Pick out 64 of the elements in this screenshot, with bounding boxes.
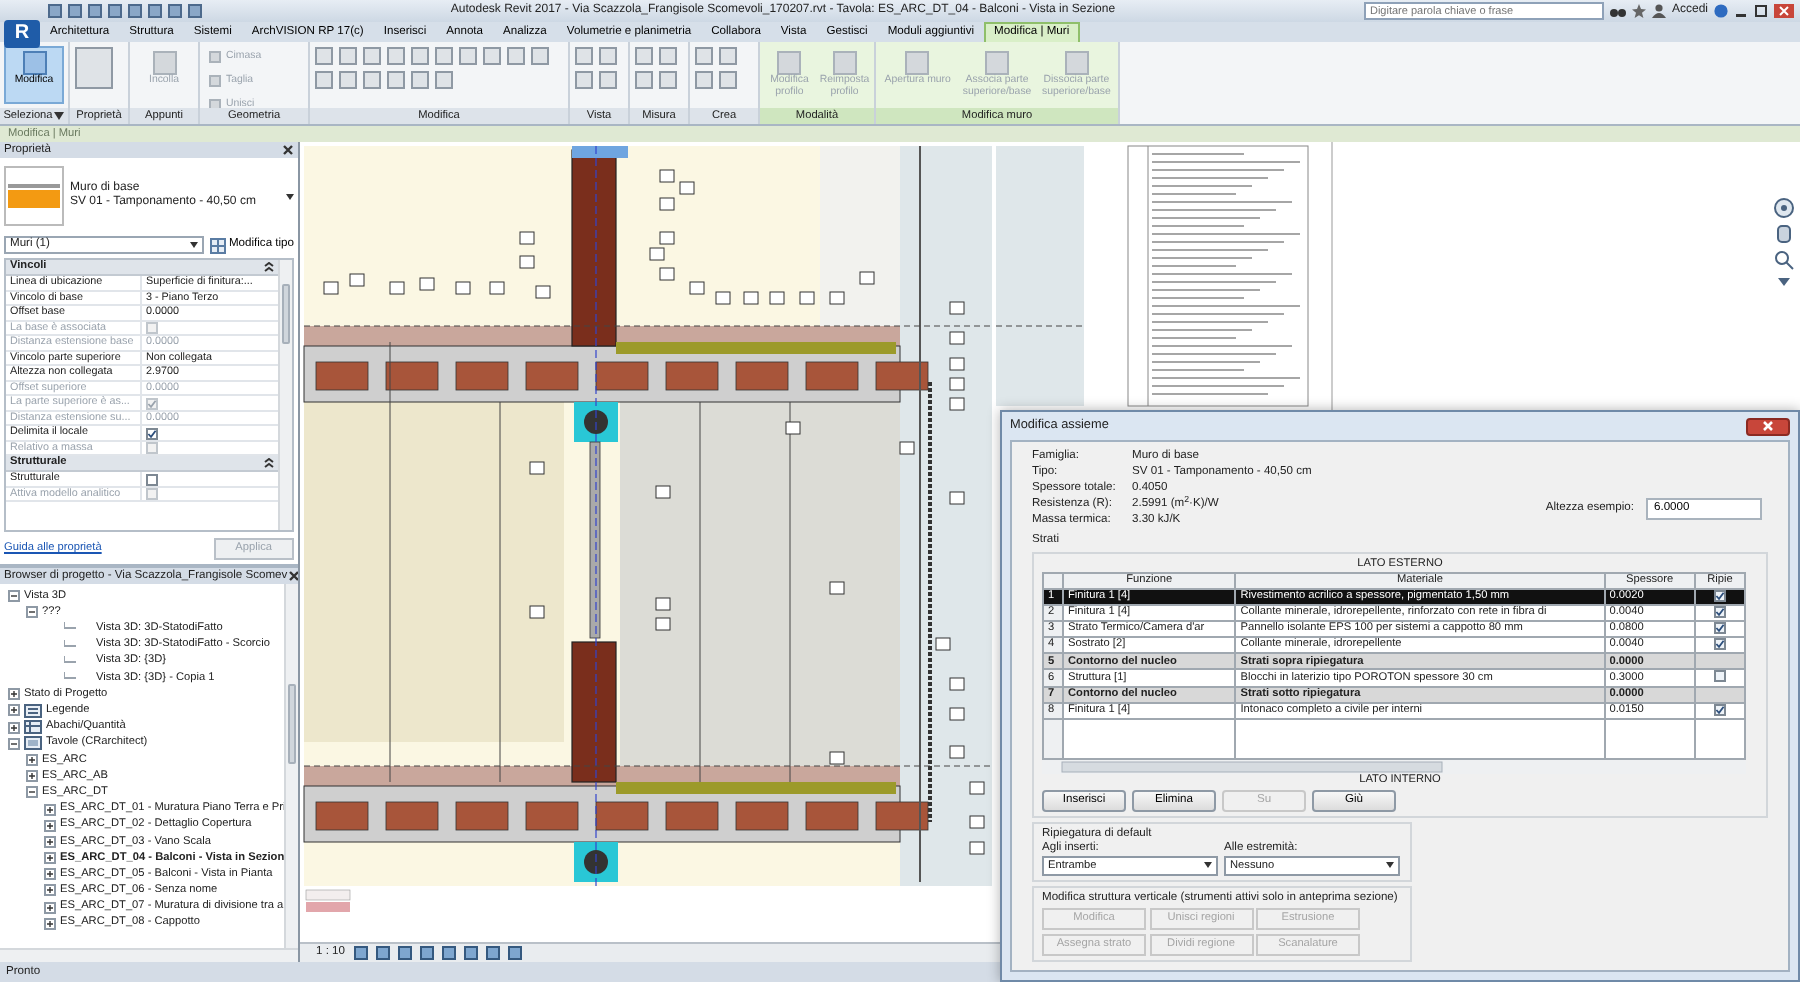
legend-icon bbox=[24, 703, 42, 718]
tool-icon bbox=[984, 50, 1010, 76]
checkbox[interactable] bbox=[1713, 623, 1726, 635]
collapse-icon[interactable] bbox=[26, 786, 38, 799]
close-icon[interactable] bbox=[1774, 4, 1794, 18]
grid-icon bbox=[210, 237, 227, 253]
checkbox[interactable] bbox=[1713, 639, 1726, 651]
help-icon[interactable] bbox=[1714, 4, 1728, 18]
close-icon bbox=[1762, 420, 1774, 432]
collapse-icon[interactable] bbox=[8, 590, 20, 603]
expand-icon[interactable] bbox=[44, 868, 56, 881]
checkbox[interactable] bbox=[146, 473, 158, 485]
scrollbar[interactable] bbox=[278, 260, 292, 531]
tree-connector-line bbox=[64, 639, 76, 652]
sheet-icon bbox=[24, 736, 42, 751]
close-button[interactable] bbox=[1746, 417, 1790, 435]
caret-icon bbox=[1204, 862, 1212, 869]
tool-icon bbox=[151, 50, 177, 76]
checkbox[interactable] bbox=[1713, 704, 1726, 716]
maximize-icon[interactable] bbox=[1754, 4, 1768, 18]
scrollbar[interactable] bbox=[0, 948, 298, 962]
close-icon[interactable] bbox=[282, 144, 294, 156]
expand-icon[interactable] bbox=[26, 770, 38, 783]
star-icon[interactable] bbox=[1631, 4, 1646, 18]
tool-icon bbox=[21, 50, 47, 76]
caret-icon bbox=[1386, 862, 1394, 869]
user-icon bbox=[1651, 4, 1666, 18]
app-logo[interactable]: R bbox=[4, 20, 40, 48]
expand-icon[interactable] bbox=[8, 688, 20, 701]
collapse-icon[interactable] bbox=[8, 737, 20, 750]
collapse-icon[interactable] bbox=[264, 458, 274, 468]
properties-icon[interactable] bbox=[74, 46, 114, 90]
tree-connector-line bbox=[64, 622, 76, 635]
expand-icon[interactable] bbox=[26, 753, 38, 766]
binoculars-icon[interactable] bbox=[1609, 4, 1626, 18]
expand-icon[interactable] bbox=[44, 901, 56, 914]
tool-icon bbox=[904, 50, 931, 76]
collapse-icon[interactable] bbox=[264, 262, 274, 272]
expand-icon[interactable] bbox=[44, 884, 56, 897]
tree-connector-line bbox=[64, 672, 76, 685]
zoom-icon[interactable] bbox=[1774, 250, 1794, 270]
caret-icon[interactable] bbox=[1774, 276, 1794, 288]
expand-icon[interactable] bbox=[44, 917, 56, 930]
checkbox[interactable] bbox=[1713, 606, 1726, 618]
expand-icon[interactable] bbox=[8, 704, 20, 717]
caret-icon bbox=[190, 242, 199, 248]
scrollbar[interactable] bbox=[284, 584, 298, 948]
checkbox[interactable] bbox=[1713, 590, 1726, 602]
table-icon bbox=[24, 720, 42, 735]
checkbox[interactable] bbox=[146, 427, 158, 439]
expand-icon[interactable] bbox=[44, 835, 56, 848]
tool-icon bbox=[776, 50, 803, 76]
close-icon[interactable] bbox=[287, 570, 298, 582]
collapse-icon[interactable] bbox=[26, 606, 38, 619]
expand-icon[interactable] bbox=[8, 721, 20, 734]
tool-icon bbox=[1063, 50, 1090, 76]
caret-icon bbox=[286, 193, 294, 199]
caret-icon[interactable] bbox=[54, 112, 65, 120]
tree-connector-line bbox=[64, 655, 76, 668]
tool-icon bbox=[831, 50, 858, 76]
expand-icon[interactable] bbox=[44, 852, 56, 865]
expand-icon[interactable] bbox=[44, 803, 56, 816]
expand-icon[interactable] bbox=[44, 819, 56, 832]
navigation-wheel-icon[interactable] bbox=[1774, 198, 1794, 218]
